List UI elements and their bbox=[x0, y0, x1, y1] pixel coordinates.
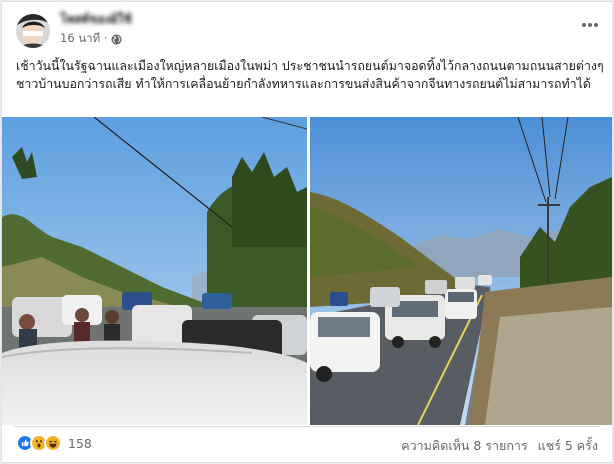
photo-grid bbox=[2, 117, 612, 425]
photo-cars-parked-left-image bbox=[2, 117, 307, 425]
haha-icon bbox=[44, 434, 62, 452]
engagement-counts: ความคิดเห็น 8 รายการ แชร์ 5 ครั้ง bbox=[401, 436, 598, 456]
reaction-count: 158 bbox=[68, 435, 92, 451]
author-name[interactable]: โพสต์ของผู้ใช้ bbox=[60, 10, 180, 24]
more-options-icon bbox=[582, 23, 598, 27]
shares-count-link[interactable]: แชร์ 5 ครั้ง bbox=[538, 436, 598, 456]
post-meta: 16 นาที · bbox=[60, 31, 122, 47]
more-options-button[interactable] bbox=[578, 16, 602, 34]
photo-cars-road-right-image bbox=[310, 117, 612, 425]
post-footer: 158 ความคิดเห็น 8 รายการ แชร์ 5 ครั้ง bbox=[2, 428, 612, 462]
avatar-image bbox=[16, 14, 50, 48]
photo-cars-road-right[interactable] bbox=[310, 117, 612, 425]
comments-count-link[interactable]: ความคิดเห็น 8 รายการ bbox=[401, 436, 527, 456]
post-caption: เช้าวันนี้ในรัฐฉานและเมืองใหญ่หลายเมืองใ… bbox=[16, 58, 604, 91]
photo-cars-parked-left[interactable] bbox=[2, 117, 307, 425]
author-avatar[interactable] bbox=[16, 14, 50, 48]
reactions-summary[interactable]: 158 bbox=[16, 434, 92, 452]
footer-divider bbox=[14, 426, 600, 427]
globe-icon bbox=[110, 33, 122, 45]
post-header: โพสต์ของผู้ใช้ 16 นาที · bbox=[2, 2, 612, 52]
facebook-post: โพสต์ของผู้ใช้ 16 นาที · เช้าวันนี้ในรัฐ… bbox=[1, 1, 613, 463]
post-timestamp[interactable]: 16 นาที · bbox=[60, 30, 108, 48]
